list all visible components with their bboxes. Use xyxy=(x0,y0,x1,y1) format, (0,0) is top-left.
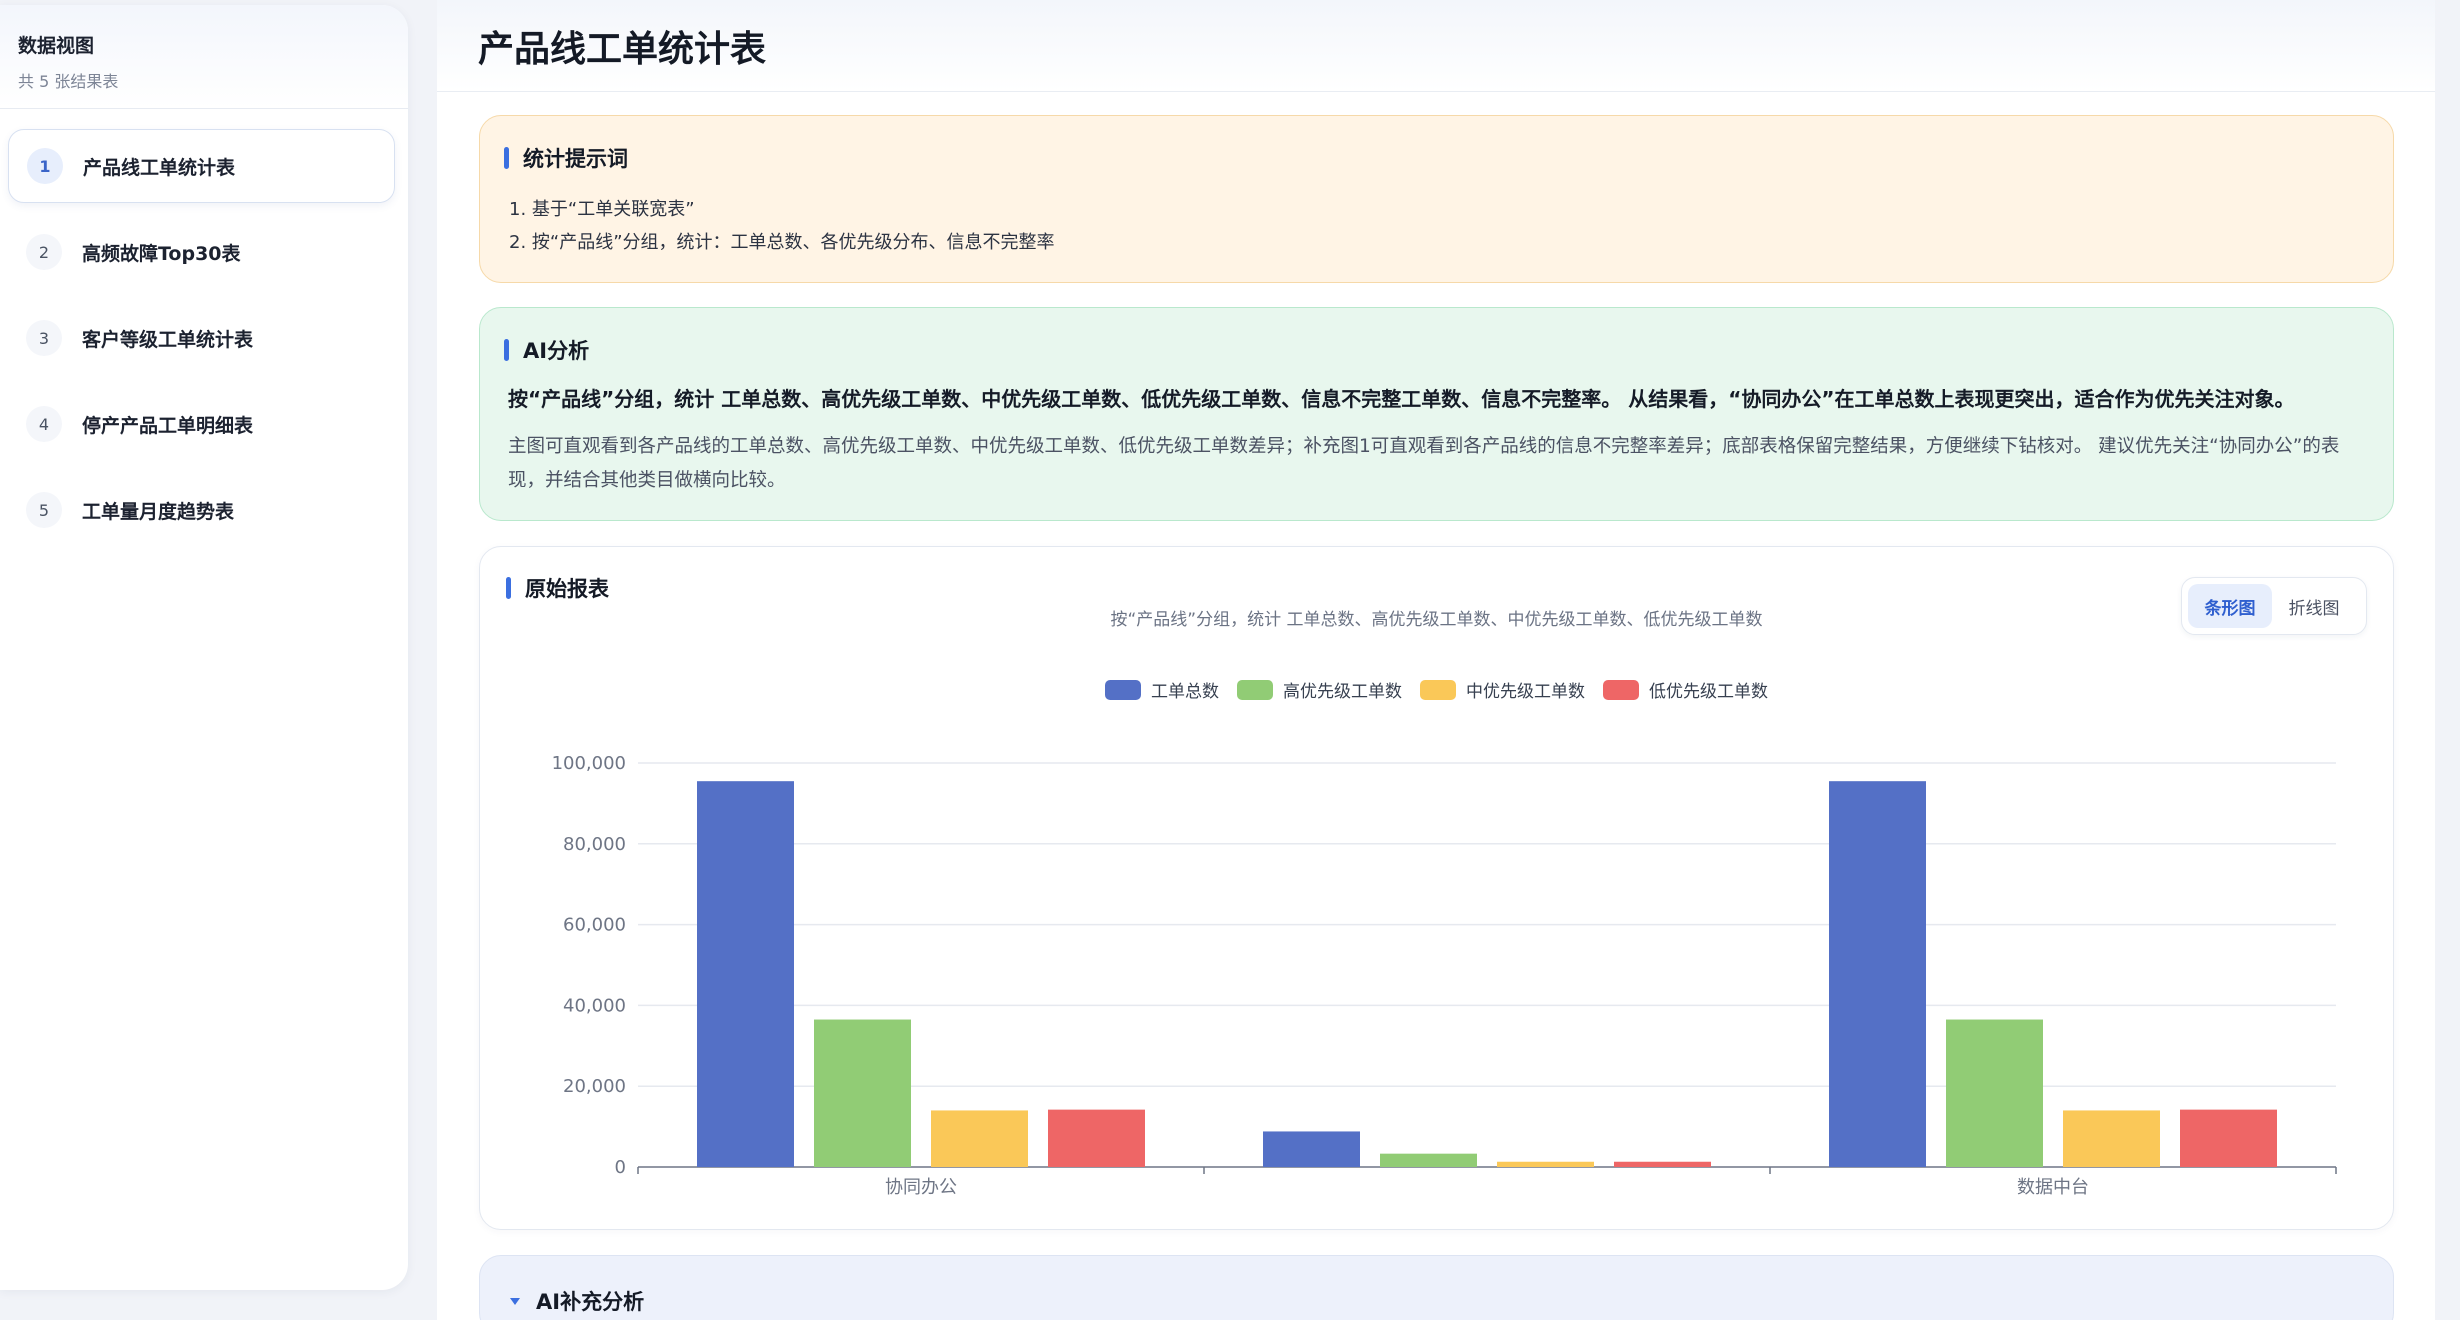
bar-1-0 xyxy=(814,1019,911,1167)
y-tick-label: 0 xyxy=(615,1157,626,1178)
prompt-title: 统计提示词 xyxy=(504,143,628,173)
report-title: 原始报表 xyxy=(506,573,609,603)
chart-type-toggle: 条形图 折线图 xyxy=(2181,577,2367,635)
sidebar-item-monthly-trend[interactable]: 5 工单量月度趋势表 xyxy=(8,473,395,547)
chart-subtitle: 按“产品线”分组，统计 工单总数、高优先级工单数、中优先级工单数、低优先级工单数 xyxy=(1110,610,1763,630)
x-tick-label: 协同办公 xyxy=(885,1177,957,1198)
main-panel: 产品线工单统计表 统计提示词 1. 基于“工单关联宽表” 2. 按“产品线”分组… xyxy=(437,0,2435,1320)
legend-item[interactable]: 高优先级工单数 xyxy=(1237,677,1402,702)
legend-label: 工单总数 xyxy=(1151,682,1219,702)
sidebar-item-number: 2 xyxy=(26,234,62,270)
legend-swatch xyxy=(1237,679,1273,700)
line-chart-toggle-button[interactable]: 折线图 xyxy=(2272,584,2356,628)
legend-label: 高优先级工单数 xyxy=(1283,682,1402,702)
bar-chart: 0 20,000 40,000 60,000 80,000 100,000 协同办公 数据中台 xyxy=(552,753,2337,1198)
legend-label: 低优先级工单数 xyxy=(1649,682,1768,702)
legend-swatch xyxy=(1420,679,1456,700)
bar-0-2 xyxy=(1829,781,1926,1167)
legend-swatch xyxy=(1603,679,1639,700)
sidebar-list: 1 产品线工单统计表 2 高频故障Top30表 3 客户等级工单统计表 4 停产… xyxy=(0,109,408,547)
caret-down-icon xyxy=(510,1297,520,1305)
ai-analysis-detail: 主图可直观看到各产品线的工单总数、高优先级工单数、中优先级工单数、低优先级工单数… xyxy=(508,436,2340,491)
section-marker xyxy=(504,147,509,169)
bar-chart-toggle-button[interactable]: 条形图 xyxy=(2188,584,2272,628)
ai-analysis-title: AI分析 xyxy=(504,335,589,365)
legend-item[interactable]: 中优先级工单数 xyxy=(1420,677,1585,702)
section-marker xyxy=(504,339,509,361)
bar-3-0 xyxy=(1048,1109,1145,1167)
supplement-card[interactable]: AI补充分析 xyxy=(479,1255,2394,1320)
bar-0-0 xyxy=(697,781,794,1167)
page-scrollbar[interactable] xyxy=(2435,0,2460,1320)
sidebar-item-label: 产品线工单统计表 xyxy=(83,156,236,179)
y-tick-label: 80,000 xyxy=(563,834,626,855)
page-title: 产品线工单统计表 xyxy=(478,28,767,70)
sidebar: 数据视图 共 5 张结果表 1 产品线工单统计表 2 高频故障Top30表 3 … xyxy=(0,5,408,1290)
bar-1-1 xyxy=(1380,1153,1477,1167)
prompt-title-text: 统计提示词 xyxy=(523,147,628,171)
bar-2-1 xyxy=(1497,1161,1594,1167)
sidebar-item-label: 高频故障Top30表 xyxy=(82,242,241,265)
legend-swatch xyxy=(1105,679,1141,700)
sidebar-title: 数据视图 xyxy=(18,35,95,57)
report-chart-card: 0 20,000 40,000 60,000 80,000 100,000 协同办公 数据中台… xyxy=(479,546,2394,1230)
section-marker xyxy=(506,577,511,599)
legend-item[interactable]: 工单总数 xyxy=(1105,677,1219,702)
sidebar-item-label: 停产产品工单明细表 xyxy=(82,414,254,437)
prompt-card: 统计提示词 1. 基于“工单关联宽表” 2. 按“产品线”分组，统计：工单总数、… xyxy=(479,115,2394,283)
bar-3-1 xyxy=(1614,1161,1711,1167)
chart-legend: 工单总数 高优先级工单数 中优先级工单数 低优先级工单数 xyxy=(480,677,2393,702)
sidebar-item-product-line[interactable]: 1 产品线工单统计表 xyxy=(8,129,395,203)
sidebar-item-discontinued[interactable]: 4 停产产品工单明细表 xyxy=(8,387,395,461)
supplement-title-text: AI补充分析 xyxy=(536,1290,645,1314)
sidebar-item-number: 3 xyxy=(26,320,62,356)
bar-3-2 xyxy=(2180,1109,2277,1167)
sidebar-item-customer-level[interactable]: 3 客户等级工单统计表 xyxy=(8,301,395,375)
bar-2-2 xyxy=(2063,1110,2160,1167)
y-tick-label: 100,000 xyxy=(552,753,626,774)
prompt-line: 2. 按“产品线”分组，统计：工单总数、各优先级分布、信息不完整率 xyxy=(509,232,1055,253)
sidebar-item-number: 4 xyxy=(26,406,62,442)
sidebar-item-label: 工单量月度趋势表 xyxy=(82,500,235,523)
ai-analysis-card: AI分析 按“产品线”分组，统计 工单总数、高优先级工单数、中优先级工单数、低优… xyxy=(479,307,2394,521)
bar-1-2 xyxy=(1946,1019,2043,1167)
ai-analysis-summary: 按“产品线”分组，统计 工单总数、高优先级工单数、中优先级工单数、低优先级工单数… xyxy=(508,387,2295,411)
report-title-text: 原始报表 xyxy=(525,577,609,601)
bar-2-0 xyxy=(931,1110,1028,1167)
x-tick-label: 数据中台 xyxy=(2017,1177,2089,1198)
sidebar-subtitle: 共 5 张结果表 xyxy=(18,72,119,91)
prompt-lines: 1. 基于“工单关联宽表” 2. 按“产品线”分组，统计：工单总数、各优先级分布… xyxy=(509,193,1055,259)
y-tick-label: 40,000 xyxy=(563,995,626,1016)
sidebar-item-number: 1 xyxy=(27,148,63,184)
supplement-title[interactable]: AI补充分析 xyxy=(510,1286,644,1316)
y-tick-label: 60,000 xyxy=(563,915,626,936)
bar-0-1 xyxy=(1263,1131,1360,1167)
prompt-line: 1. 基于“工单关联宽表” xyxy=(509,199,695,220)
page-header: 产品线工单统计表 xyxy=(437,0,2435,92)
legend-label: 中优先级工单数 xyxy=(1466,682,1585,702)
sidebar-item-number: 5 xyxy=(26,492,62,528)
y-tick-label: 20,000 xyxy=(563,1076,626,1097)
sidebar-item-top30-faults[interactable]: 2 高频故障Top30表 xyxy=(8,215,395,289)
ai-analysis-title-text: AI分析 xyxy=(523,339,590,363)
sidebar-header: 数据视图 共 5 张结果表 xyxy=(0,5,408,109)
legend-item[interactable]: 低优先级工单数 xyxy=(1603,677,1768,702)
sidebar-item-label: 客户等级工单统计表 xyxy=(82,328,254,351)
